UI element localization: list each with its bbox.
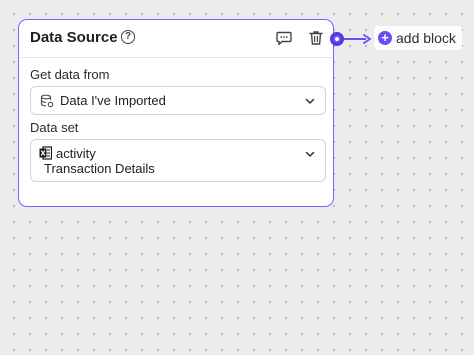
data-set-label: Data set (30, 120, 79, 135)
add-block-button[interactable]: + add block (374, 26, 462, 50)
get-data-value: Data I've Imported (60, 93, 166, 108)
comment-icon[interactable] (275, 29, 293, 47)
card-header: Data Source ? (19, 20, 333, 58)
chevron-down-icon (305, 151, 315, 157)
plus-icon: + (378, 31, 392, 45)
database-icon (40, 94, 54, 108)
data-set-subtitle: Transaction Details (44, 161, 155, 176)
data-source-card[interactable]: Data Source ? Get data from Data I've Im… (18, 19, 334, 207)
card-title: Data Source (30, 29, 118, 46)
get-data-label: Get data from (30, 67, 110, 82)
output-connector[interactable] (330, 32, 344, 46)
arrow-right-icon (363, 34, 371, 44)
data-set-select[interactable]: activity Transaction Details (30, 139, 326, 182)
add-block-label: add block (396, 30, 456, 46)
trash-icon[interactable] (307, 29, 325, 47)
get-data-select[interactable]: Data I've Imported (30, 86, 326, 115)
help-icon[interactable]: ? (121, 30, 135, 44)
data-set-name: activity (56, 146, 96, 161)
excel-file-icon (39, 146, 52, 160)
chevron-down-icon (305, 98, 315, 104)
